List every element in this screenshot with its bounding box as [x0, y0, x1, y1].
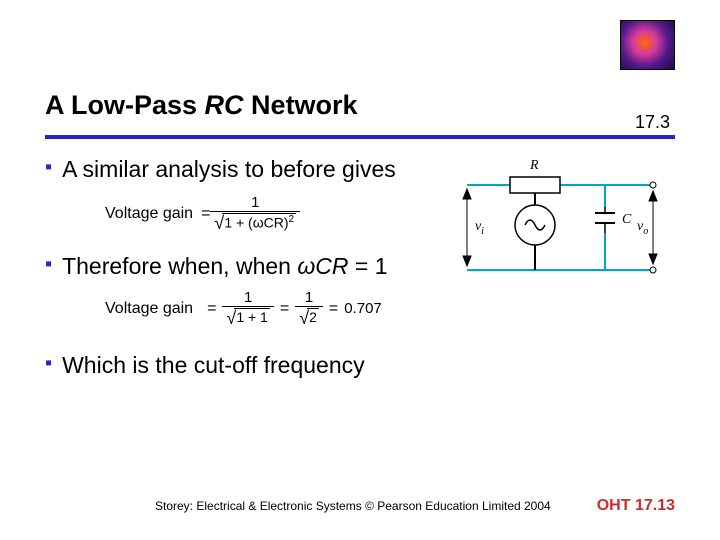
b2-pre: Therefore when, when — [62, 253, 297, 279]
eq-label-2: Voltage gain — [105, 300, 193, 318]
bullet-icon: ▪ — [45, 252, 52, 276]
svg-text:vo: vo — [637, 219, 648, 237]
bullet-2-text: Therefore when, when ωCR = 1 — [62, 252, 387, 281]
fraction-2a: 1 √ 1 + 1 — [222, 289, 273, 329]
bullet-1-text: A similar analysis to before gives — [62, 155, 396, 184]
equals-sign: = — [329, 300, 338, 318]
sqrt-1: √ 1 + (ωCR)2 — [214, 213, 296, 234]
b2-expr: ωCR — [297, 253, 348, 279]
equation-2: Voltage gain = 1 √ 1 + 1 = 1 √ 2 — [105, 289, 675, 329]
bullet-icon: ▪ — [45, 351, 52, 375]
frac2a-num: 1 — [240, 289, 256, 306]
label-C: C — [622, 212, 632, 227]
label-vi-sub: i — [481, 226, 484, 237]
bullet-1: ▪ A similar analysis to before gives — [45, 155, 405, 184]
footer: Storey: Electrical & Electronic Systems … — [45, 497, 675, 515]
eq2-value: 0.707 — [344, 300, 382, 317]
b2-post: = 1 — [348, 253, 387, 279]
fraction-1: 1 √ 1 + (ωCR)2 — [210, 194, 300, 234]
brand-logo — [620, 20, 675, 70]
sqrt2a-body: 1 + 1 — [234, 308, 270, 325]
title-rule — [45, 135, 675, 139]
equals-sign: = — [201, 205, 210, 223]
circuit-diagram: R C vi vo — [455, 155, 665, 285]
label-vo-sub: o — [643, 226, 648, 237]
slide-title: A Low-Pass RC Network — [45, 90, 675, 121]
bullet-icon: ▪ — [45, 155, 52, 179]
eq-label: Voltage gain — [105, 205, 193, 223]
equals-sign: = — [280, 300, 289, 318]
sqrt1-body: 1 + (ωCR) — [224, 214, 288, 230]
title-suffix: Network — [244, 90, 358, 120]
copyright-text: Storey: Electrical & Electronic Systems … — [155, 499, 551, 513]
svg-text:vi: vi — [475, 219, 484, 237]
frac2b-num: 1 — [301, 289, 317, 306]
frac1-num: 1 — [247, 194, 263, 211]
slide-number: OHT 17.13 — [597, 497, 675, 515]
title-italic: RC — [205, 90, 244, 120]
label-R: R — [529, 158, 539, 173]
title-prefix: A Low-Pass — [45, 90, 205, 120]
sqrt2b-body: 2 — [307, 308, 319, 325]
section-number: 17.3 — [635, 112, 670, 133]
bullet-3: ▪ Which is the cut-off frequency — [45, 351, 675, 380]
sqrt1-exp: 2 — [289, 214, 295, 225]
equals-sign: = — [207, 300, 216, 318]
fraction-2b: 1 √ 2 — [295, 289, 323, 329]
sqrt-2a: √ 1 + 1 — [226, 308, 269, 329]
title-row: A Low-Pass RC Network 17.3 — [45, 90, 675, 121]
sqrt-2b: √ 2 — [299, 308, 319, 329]
bullet-3-text: Which is the cut-off frequency — [62, 351, 365, 380]
